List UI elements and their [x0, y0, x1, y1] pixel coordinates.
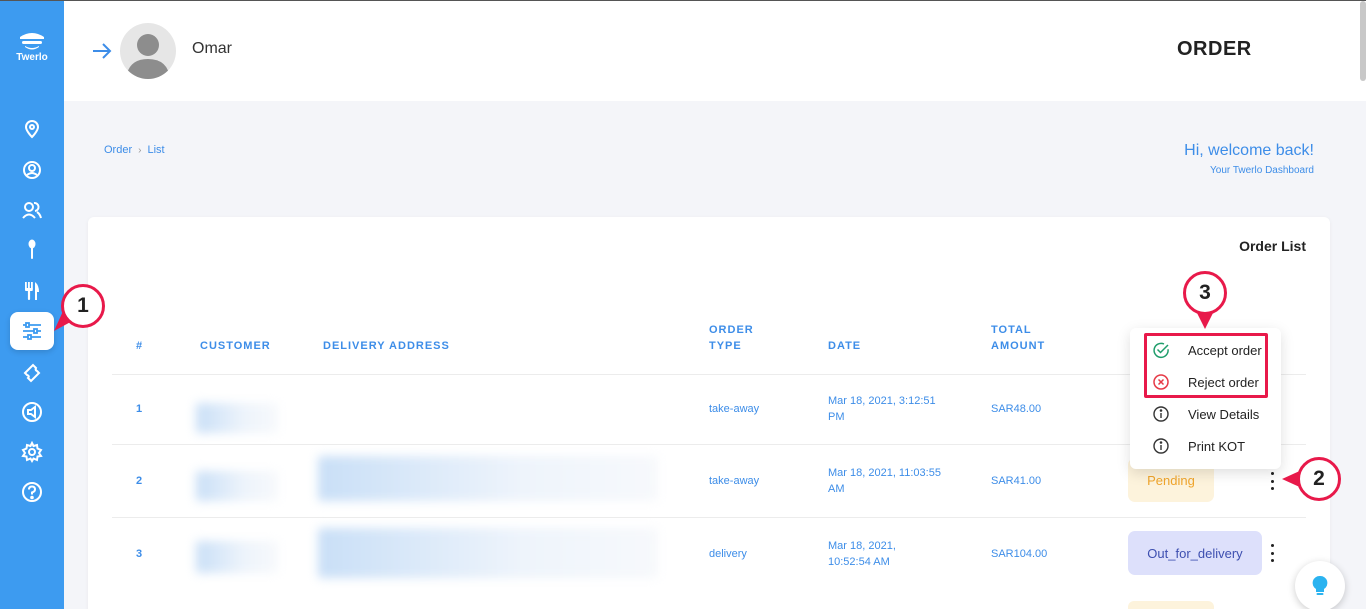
- column-header-total-line1: TOTAL: [991, 324, 1032, 336]
- scrollbar-thumb[interactable]: [1360, 1, 1366, 81]
- column-header-date[interactable]: DATE: [828, 338, 861, 354]
- column-header-order-type[interactable]: ORDER TYPE: [709, 322, 754, 354]
- card-title: Order List: [1239, 238, 1306, 254]
- row-3-type: delivery: [709, 548, 747, 560]
- tips-button[interactable]: [1295, 561, 1345, 609]
- brand-name: Twerlo: [16, 52, 48, 63]
- column-header-customer[interactable]: CUSTOMER: [200, 338, 271, 354]
- app-frame: Twerlo Omar ORDER Order › List Hi, welco…: [0, 0, 1366, 609]
- help-icon: [22, 482, 42, 502]
- row-2-date: Mar 18, 2021, 11:03:55 AM: [828, 465, 941, 497]
- lightbulb-icon: [1312, 575, 1328, 595]
- column-header-order-type-line1: ORDER: [709, 324, 754, 336]
- column-header-total-line2: AMOUNT: [991, 340, 1046, 352]
- annotation-highlight-box: [1144, 333, 1268, 398]
- row-2-total: SAR41.00: [991, 475, 1042, 487]
- welcome-subtitle: Your Twerlo Dashboard: [1210, 165, 1314, 176]
- info-icon: [1153, 406, 1169, 422]
- row-divider: [112, 444, 1306, 445]
- row-2-index: 2: [136, 475, 143, 487]
- map-pin-icon: [24, 120, 40, 139]
- callout-3: 3: [1183, 271, 1227, 315]
- spoon-icon: [28, 239, 36, 259]
- sidebar-item-settings[interactable]: [10, 433, 54, 471]
- row-3-date-line2: 10:52:54 AM: [828, 556, 890, 568]
- sidebar-item-users[interactable]: [10, 191, 54, 229]
- sidebar-item-spoon[interactable]: [10, 231, 54, 269]
- row-3-date-line1: Mar 18, 2021,: [828, 540, 896, 552]
- gear-icon: [21, 441, 43, 463]
- column-header-total[interactable]: TOTAL AMOUNT: [991, 322, 1045, 354]
- brand-logo[interactable]: Twerlo: [0, 31, 64, 63]
- callout-1: 1: [61, 284, 105, 328]
- sidebar-item-profile[interactable]: [10, 151, 54, 189]
- sliders-icon: [23, 322, 41, 340]
- username[interactable]: Omar: [192, 40, 232, 58]
- row-2-type: take-away: [709, 475, 760, 487]
- menu-item-label: Print KOT: [1188, 439, 1246, 454]
- expand-sidebar-button[interactable]: [90, 39, 114, 63]
- row-3-date: Mar 18, 2021, 10:52:54 AM: [828, 538, 896, 570]
- sidebar-item-location[interactable]: [10, 110, 54, 148]
- row-3-total: SAR104.00: [991, 548, 1048, 560]
- users-icon: [22, 202, 42, 219]
- logo-icon: [20, 33, 44, 50]
- chevron-right-icon: ›: [138, 144, 142, 156]
- column-header-index[interactable]: #: [136, 338, 143, 354]
- arrow-right-icon: [93, 43, 112, 59]
- fork-knife-icon: [25, 282, 39, 300]
- row-3-address-redacted: [318, 528, 658, 578]
- row-divider: [112, 517, 1306, 518]
- row-3-index: 3: [136, 548, 143, 560]
- more-actions-button[interactable]: [1265, 542, 1279, 564]
- row-1-index: 1: [136, 403, 143, 415]
- row-3-customer-redacted: [196, 541, 278, 573]
- header-divider: [112, 374, 1306, 375]
- menu-item-print-kot[interactable]: Print KOT: [1130, 431, 1281, 461]
- row-1-type: take-away: [709, 403, 760, 415]
- row-2-customer-redacted: [196, 471, 278, 501]
- column-header-order-type-line2: TYPE: [709, 340, 742, 352]
- welcome-block: Hi, welcome back! Your Twerlo Dashboard: [1184, 142, 1314, 176]
- callout-2: 2: [1297, 457, 1341, 501]
- status-badge: Out_for_delivery: [1128, 531, 1262, 575]
- breadcrumb: Order › List: [104, 144, 165, 156]
- user-silhouette-icon: [126, 34, 170, 79]
- info-icon: [1153, 438, 1169, 454]
- sidebar-item-tickets[interactable]: [10, 353, 54, 391]
- row-2-date-line1: Mar 18, 2021, 11:03:55: [828, 467, 941, 479]
- menu-item-label: View Details: [1188, 407, 1260, 422]
- megaphone-icon: [22, 402, 42, 422]
- menu-item-view-details[interactable]: View Details: [1130, 399, 1281, 429]
- row-2-date-line2: AM: [828, 483, 845, 495]
- breadcrumb-root[interactable]: Order: [104, 144, 132, 156]
- breadcrumb-current: List: [147, 144, 165, 156]
- user-circle-icon: [23, 161, 41, 179]
- row-1-date: Mar 18, 2021, 3:12:51 PM: [828, 393, 936, 425]
- page-title: ORDER: [1177, 38, 1252, 60]
- row-1-date-line2: PM: [828, 411, 845, 423]
- row-1-customer-redacted: [196, 403, 278, 433]
- welcome-title: Hi, welcome back!: [1184, 142, 1314, 159]
- avatar[interactable]: [120, 23, 176, 79]
- sidebar-item-help[interactable]: [10, 473, 54, 511]
- status-badge-partial: [1128, 601, 1214, 609]
- column-header-address[interactable]: DELIVERY ADDRESS: [323, 338, 450, 354]
- row-2-address-redacted: [318, 456, 658, 501]
- ticket-icon: [23, 363, 41, 383]
- top-header: Omar ORDER: [64, 1, 1366, 101]
- sidebar-item-broadcast[interactable]: [10, 393, 54, 431]
- row-1-total: SAR48.00: [991, 403, 1042, 415]
- row-1-date-line1: Mar 18, 2021, 3:12:51: [828, 395, 936, 407]
- more-actions-button[interactable]: [1265, 470, 1279, 492]
